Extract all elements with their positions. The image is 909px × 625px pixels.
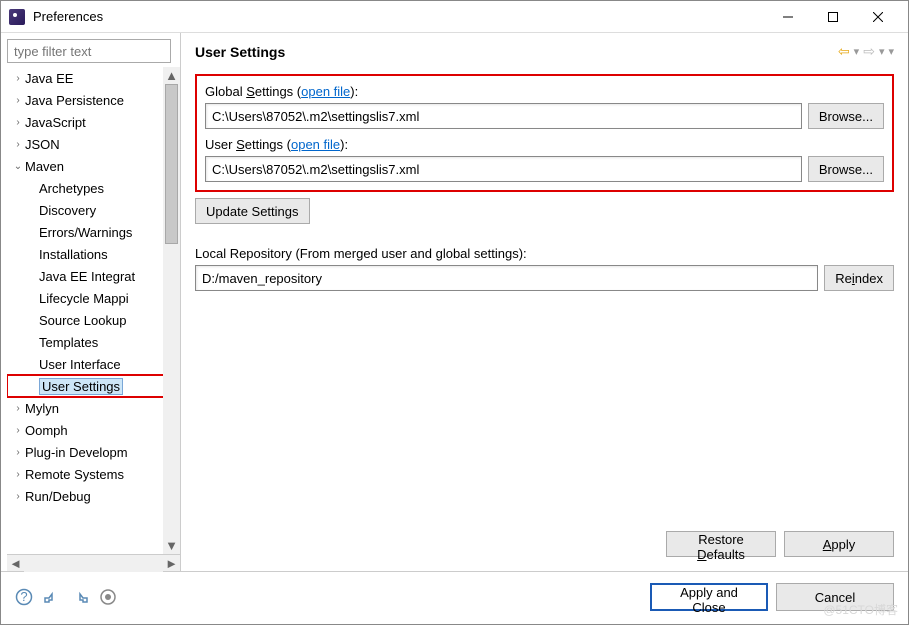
export-icon[interactable] <box>71 588 89 606</box>
scroll-up-icon[interactable]: ▲ <box>163 67 180 84</box>
chevron-right-icon[interactable]: › <box>11 95 25 106</box>
local-repo-input[interactable] <box>195 265 818 291</box>
tree-item[interactable]: User Interface <box>7 353 178 375</box>
tree-item-label: Discovery <box>39 203 96 218</box>
tree-item-label: Remote Systems <box>25 467 124 482</box>
tree-item[interactable]: Errors/Warnings <box>7 221 178 243</box>
tree-item[interactable]: Archetypes <box>7 177 178 199</box>
window-buttons <box>765 3 900 31</box>
nav-icons: ⇦▾ ⇨▾ ▾ <box>838 43 894 60</box>
tree-item-label: JSON <box>25 137 60 152</box>
tree-item[interactable]: ⌄Maven <box>7 155 178 177</box>
tree-item-label: Plug-in Developm <box>25 445 128 460</box>
forward-dropdown-icon[interactable]: ▾ <box>879 45 885 58</box>
vertical-scrollbar[interactable]: ▲ ▼ <box>163 67 180 554</box>
apply-and-close-button[interactable]: Apply and Close <box>650 583 768 611</box>
horizontal-scrollbar[interactable]: ◄ ► <box>7 554 180 571</box>
chevron-right-icon[interactable]: › <box>11 117 25 128</box>
tree-item-label: Errors/Warnings <box>39 225 132 240</box>
user-settings-label: User Settings (open file): <box>205 137 884 152</box>
user-browse-button[interactable]: Browse... <box>808 156 884 182</box>
minimize-button[interactable] <box>765 3 810 31</box>
back-icon[interactable]: ⇦ <box>838 43 850 60</box>
scroll-right-icon[interactable]: ► <box>163 555 180 572</box>
tree-item[interactable]: Templates <box>7 331 178 353</box>
preferences-tree[interactable]: ›Java EE›Java Persistence›JavaScript›JSO… <box>7 67 180 554</box>
chevron-right-icon[interactable]: › <box>11 491 25 502</box>
forward-icon[interactable]: ⇨ <box>863 43 875 60</box>
tree-item[interactable]: ›Java Persistence <box>7 89 178 111</box>
tree-item[interactable]: Java EE Integrat <box>7 265 178 287</box>
tree-item-label: Templates <box>39 335 98 350</box>
tree-item-label: JavaScript <box>25 115 86 130</box>
tree-item[interactable]: ›Oomph <box>7 419 178 441</box>
tree-item-label: Maven <box>25 159 64 174</box>
cancel-button[interactable]: Cancel <box>776 583 894 611</box>
tree-item[interactable]: ›Java EE <box>7 67 178 89</box>
tree-item-label: Java Persistence <box>25 93 124 108</box>
tree-item[interactable]: ›Run/Debug <box>7 485 178 507</box>
titlebar: Preferences <box>1 1 908 33</box>
menu-dropdown-icon[interactable]: ▾ <box>888 45 894 58</box>
window-title: Preferences <box>33 9 765 24</box>
update-settings-button[interactable]: Update Settings <box>195 198 310 224</box>
scroll-left-icon[interactable]: ◄ <box>7 555 24 572</box>
tree-item[interactable]: Discovery <box>7 199 178 221</box>
tree-item-label: Source Lookup <box>39 313 126 328</box>
tree-item[interactable]: ›JSON <box>7 133 178 155</box>
tree-item-label: Installations <box>39 247 108 262</box>
local-repo-label: Local Repository (From merged user and g… <box>195 246 894 261</box>
restore-defaults-button[interactable]: Restore Defaults <box>666 531 776 557</box>
user-settings-input[interactable] <box>205 156 802 182</box>
global-settings-input[interactable] <box>205 103 802 129</box>
global-settings-label: Global Settings (open file): <box>205 84 884 99</box>
chevron-right-icon[interactable]: › <box>11 469 25 480</box>
tree-item-label: Oomph <box>25 423 68 438</box>
tree-item-label: Archetypes <box>39 181 104 196</box>
bottom-bar: ? Apply and Close Cancel <box>1 572 908 622</box>
sidebar: ›Java EE›Java Persistence›JavaScript›JSO… <box>1 33 181 571</box>
chevron-right-icon[interactable]: › <box>11 73 25 84</box>
tree-item-label: Lifecycle Mappi <box>39 291 129 306</box>
settings-highlight: Global Settings (open file): Browse... U… <box>195 74 894 192</box>
back-dropdown-icon[interactable]: ▾ <box>854 45 860 58</box>
chevron-right-icon[interactable]: › <box>11 425 25 436</box>
tree-item-label: Mylyn <box>25 401 59 416</box>
scroll-down-icon[interactable]: ▼ <box>163 537 180 554</box>
tree-item-label: User Interface <box>39 357 121 372</box>
tree-item[interactable]: Installations <box>7 243 178 265</box>
tree-item[interactable]: ›Plug-in Developm <box>7 441 178 463</box>
tree-item-label: User Settings <box>39 378 123 395</box>
import-icon[interactable] <box>43 588 61 606</box>
tree-item-label: Java EE <box>25 71 73 86</box>
page-title: User Settings <box>195 44 285 60</box>
tree-item[interactable]: User Settings <box>7 375 178 397</box>
main-panel: User Settings ⇦▾ ⇨▾ ▾ Global Settings (o… <box>181 33 908 571</box>
global-open-file-link[interactable]: open file <box>301 84 350 99</box>
app-icon <box>9 9 25 25</box>
global-browse-button[interactable]: Browse... <box>808 103 884 129</box>
chevron-down-icon[interactable]: ⌄ <box>11 161 25 172</box>
apply-button[interactable]: Apply <box>784 531 894 557</box>
tree-item[interactable]: Lifecycle Mappi <box>7 287 178 309</box>
scrollbar-thumb[interactable] <box>165 84 178 244</box>
user-open-file-link[interactable]: open file <box>291 137 340 152</box>
chevron-right-icon[interactable]: › <box>11 403 25 414</box>
close-button[interactable] <box>855 3 900 31</box>
tree-item[interactable]: ›Remote Systems <box>7 463 178 485</box>
reindex-button[interactable]: Reindex <box>824 265 894 291</box>
tree-item-label: Run/Debug <box>25 489 91 504</box>
tree-item[interactable]: ›Mylyn <box>7 397 178 419</box>
tree-item[interactable]: Source Lookup <box>7 309 178 331</box>
oomph-icon[interactable] <box>99 588 117 606</box>
svg-text:?: ? <box>20 589 27 604</box>
help-icon[interactable]: ? <box>15 588 33 606</box>
tree-item-label: Java EE Integrat <box>39 269 135 284</box>
maximize-button[interactable] <box>810 3 855 31</box>
chevron-right-icon[interactable]: › <box>11 447 25 458</box>
tree-item[interactable]: ›JavaScript <box>7 111 178 133</box>
chevron-right-icon[interactable]: › <box>11 139 25 150</box>
filter-input[interactable] <box>7 39 171 63</box>
